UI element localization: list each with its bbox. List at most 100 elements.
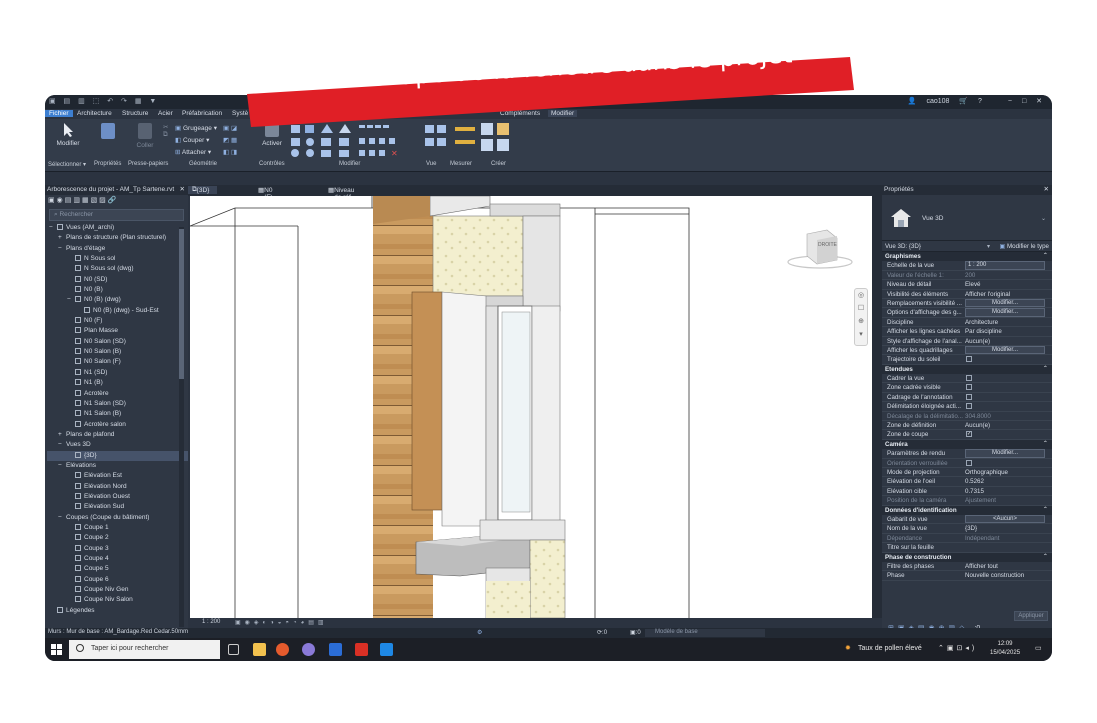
tree-item[interactable]: N Sous sol <box>47 254 188 264</box>
browser-scrollbar[interactable] <box>179 227 184 627</box>
tray-icons[interactable]: ⌃▣⊡◂) <box>938 644 977 652</box>
dropdown-arrow-icon[interactable]: ▾ <box>987 243 990 250</box>
tree-item[interactable]: N0 (B) <box>47 285 188 295</box>
tree-item[interactable]: Coupe 1 <box>47 523 188 533</box>
tree-item[interactable]: − Coupes (Coupe du bâtiment) <box>47 513 188 523</box>
properties-button[interactable] <box>97 122 119 142</box>
clock[interactable]: 12:09 15/04/2025 <box>990 640 1020 658</box>
property-value[interactable]: Indépendant <box>965 535 999 542</box>
tree-item[interactable]: N1 Salon (SD) <box>47 399 188 409</box>
view-tab-n0f[interactable]: ▦ N0 (F) <box>258 186 272 201</box>
tree-item[interactable]: N Sous sol (dwg) <box>47 264 188 274</box>
property-value[interactable]: 200 <box>965 272 975 279</box>
collapse-section-icon[interactable]: ⌃ <box>1043 553 1048 560</box>
task-view-icon[interactable] <box>228 644 239 655</box>
geometry-extra-icons[interactable]: ▣ ◪ ◩ ▦ ◧ ◨ <box>223 123 237 159</box>
worksets-icon[interactable]: ⚙ <box>477 629 482 636</box>
property-checkbox[interactable] <box>966 356 972 363</box>
tree-item[interactable]: N1 (B) <box>47 378 188 388</box>
app-icon-6[interactable] <box>380 643 393 656</box>
canvas-right-scrollbar[interactable] <box>872 196 882 618</box>
tree-item[interactable]: − Elévations <box>47 461 188 471</box>
collapse-section-icon[interactable]: ⌃ <box>1043 506 1048 513</box>
firefox-icon[interactable] <box>276 643 289 656</box>
tree-item[interactable]: {3D} <box>47 450 188 461</box>
tab-fichier[interactable]: Fichier <box>45 110 73 117</box>
property-section-header[interactable]: Phase de construction ⌃ <box>882 552 1052 562</box>
property-value[interactable]: Elevé <box>965 281 980 288</box>
property-section-header[interactable]: Graphismes ⌃ <box>882 252 1052 262</box>
group-label-select[interactable]: Sélectionner ▾ <box>48 161 86 168</box>
property-value[interactable]: 0.7315 <box>965 488 984 495</box>
property-edit-button[interactable]: Modifier... <box>965 298 1045 308</box>
close-properties-icon[interactable]: ✕ <box>1044 185 1049 193</box>
quick-access-icons[interactable]: ▣ ▤ ▥ ⬚ ↶ ↷ ▦ ▼ <box>49 97 159 105</box>
type-selector[interactable]: Vue 3D ⌄ <box>882 195 1052 241</box>
instance-selector-label[interactable]: Vue 3D: {3D} <box>885 243 921 250</box>
view-control-icons[interactable]: ▣◉◈◐◑◒◓◔◕▤▥ <box>235 619 328 626</box>
property-checkbox[interactable] <box>966 393 972 400</box>
windows-start-icon[interactable] <box>51 644 62 655</box>
design-option-select[interactable]: Modèle de base <box>645 629 765 637</box>
close-icon[interactable]: ✕ <box>1036 98 1042 105</box>
acrobat-icon[interactable] <box>355 643 368 656</box>
file-explorer-icon[interactable] <box>253 643 266 656</box>
grugeage-button[interactable]: ▣ Grugeage ▾ <box>175 123 217 135</box>
edit-type-button[interactable]: ▣ Modifier le type <box>999 243 1049 250</box>
property-value[interactable]: Architecture <box>965 319 998 326</box>
tab-systemes[interactable]: Systè <box>232 110 248 117</box>
property-value[interactable]: 0.5262 <box>965 478 984 485</box>
tree-item[interactable]: Légendes <box>47 606 188 616</box>
taskbar-search-input[interactable]: Taper ici pour rechercher <box>69 640 220 659</box>
close-browser-icon[interactable]: ✕ <box>180 185 185 193</box>
attacher-button[interactable]: ⊞ Attacher ▾ <box>175 147 217 159</box>
tree-item[interactable]: Coupe 3 <box>47 544 188 554</box>
tree-item[interactable]: − N0 (B) (dwg) <box>47 295 188 305</box>
tree-item[interactable]: Coupe 6 <box>47 575 188 585</box>
tree-item[interactable]: Coupe 4 <box>47 554 188 564</box>
property-checkbox[interactable] <box>966 375 972 382</box>
tree-item[interactable]: N1 Salon (B) <box>47 409 188 419</box>
property-checkbox[interactable]: ✓ <box>966 431 972 438</box>
browser-search-input[interactable]: ⌕ Rechercher <box>49 209 184 221</box>
modify-button[interactable]: Modifier <box>53 122 83 147</box>
property-edit-button[interactable]: Modifier... <box>965 449 1045 458</box>
view-tools-icons[interactable] <box>423 123 453 161</box>
tree-item[interactable]: Acrotère <box>47 389 188 399</box>
property-value[interactable]: Aucun(e) <box>965 338 990 345</box>
tree-item[interactable]: − Vues (AM_archi) <box>47 223 188 233</box>
tree-item[interactable]: N0 (F) <box>47 316 188 326</box>
tree-item[interactable]: N1 (SD) <box>47 368 188 378</box>
tree-item[interactable]: + Plans de structure (Plan structurel) <box>47 233 188 243</box>
property-input[interactable]: 1 : 200 <box>965 261 1045 270</box>
property-section-header[interactable]: Caméra ⌃ <box>882 439 1052 450</box>
tree-item[interactable]: Coupe Niv Salon <box>47 595 188 605</box>
property-value[interactable]: 304.8000 <box>965 413 991 420</box>
tab-acier[interactable]: Acier <box>158 110 173 117</box>
collapse-section-icon[interactable]: ⌃ <box>1043 440 1048 447</box>
view-scale[interactable]: 1 : 200 <box>202 619 220 625</box>
collapse-icon[interactable]: − <box>58 461 66 471</box>
view-tab-3d[interactable]: ⧉ {3D} <box>188 186 217 194</box>
property-value[interactable]: Afficher l'original <box>965 291 1010 298</box>
property-checkbox[interactable] <box>966 384 972 391</box>
collapse-section-icon[interactable]: ⌃ <box>1043 365 1048 372</box>
couper-button[interactable]: ◧ Couper ▾ <box>175 135 217 147</box>
tree-item[interactable]: Plan Masse <box>47 326 188 336</box>
user-name[interactable]: cao108 <box>926 98 949 105</box>
tree-item[interactable]: N0 (B) (dwg) - Sud-Est <box>47 306 188 316</box>
collapse-icon[interactable]: − <box>49 223 57 233</box>
tree-item[interactable]: Acrotère salon <box>47 420 188 430</box>
expand-icon[interactable]: + <box>58 233 66 243</box>
tree-item[interactable]: + Plans de plafond <box>47 430 188 440</box>
tree-item[interactable]: Elévation Nord <box>47 482 188 492</box>
property-value[interactable]: Ajustement <box>965 497 996 504</box>
minimize-icon[interactable]: − <box>1008 98 1012 105</box>
tree-item[interactable]: N0 (SD) <box>47 275 188 285</box>
tree-item[interactable]: Elévation Ouest <box>47 492 188 502</box>
tree-item[interactable]: − Vues 3D <box>47 440 188 450</box>
tab-structure[interactable]: Structure <box>122 110 148 117</box>
tree-item[interactable]: Coupe Niv Gen <box>47 585 188 595</box>
expand-icon[interactable]: + <box>58 430 66 440</box>
view-tab-niveau[interactable]: ▦ Niveau de réf. <box>328 186 354 201</box>
